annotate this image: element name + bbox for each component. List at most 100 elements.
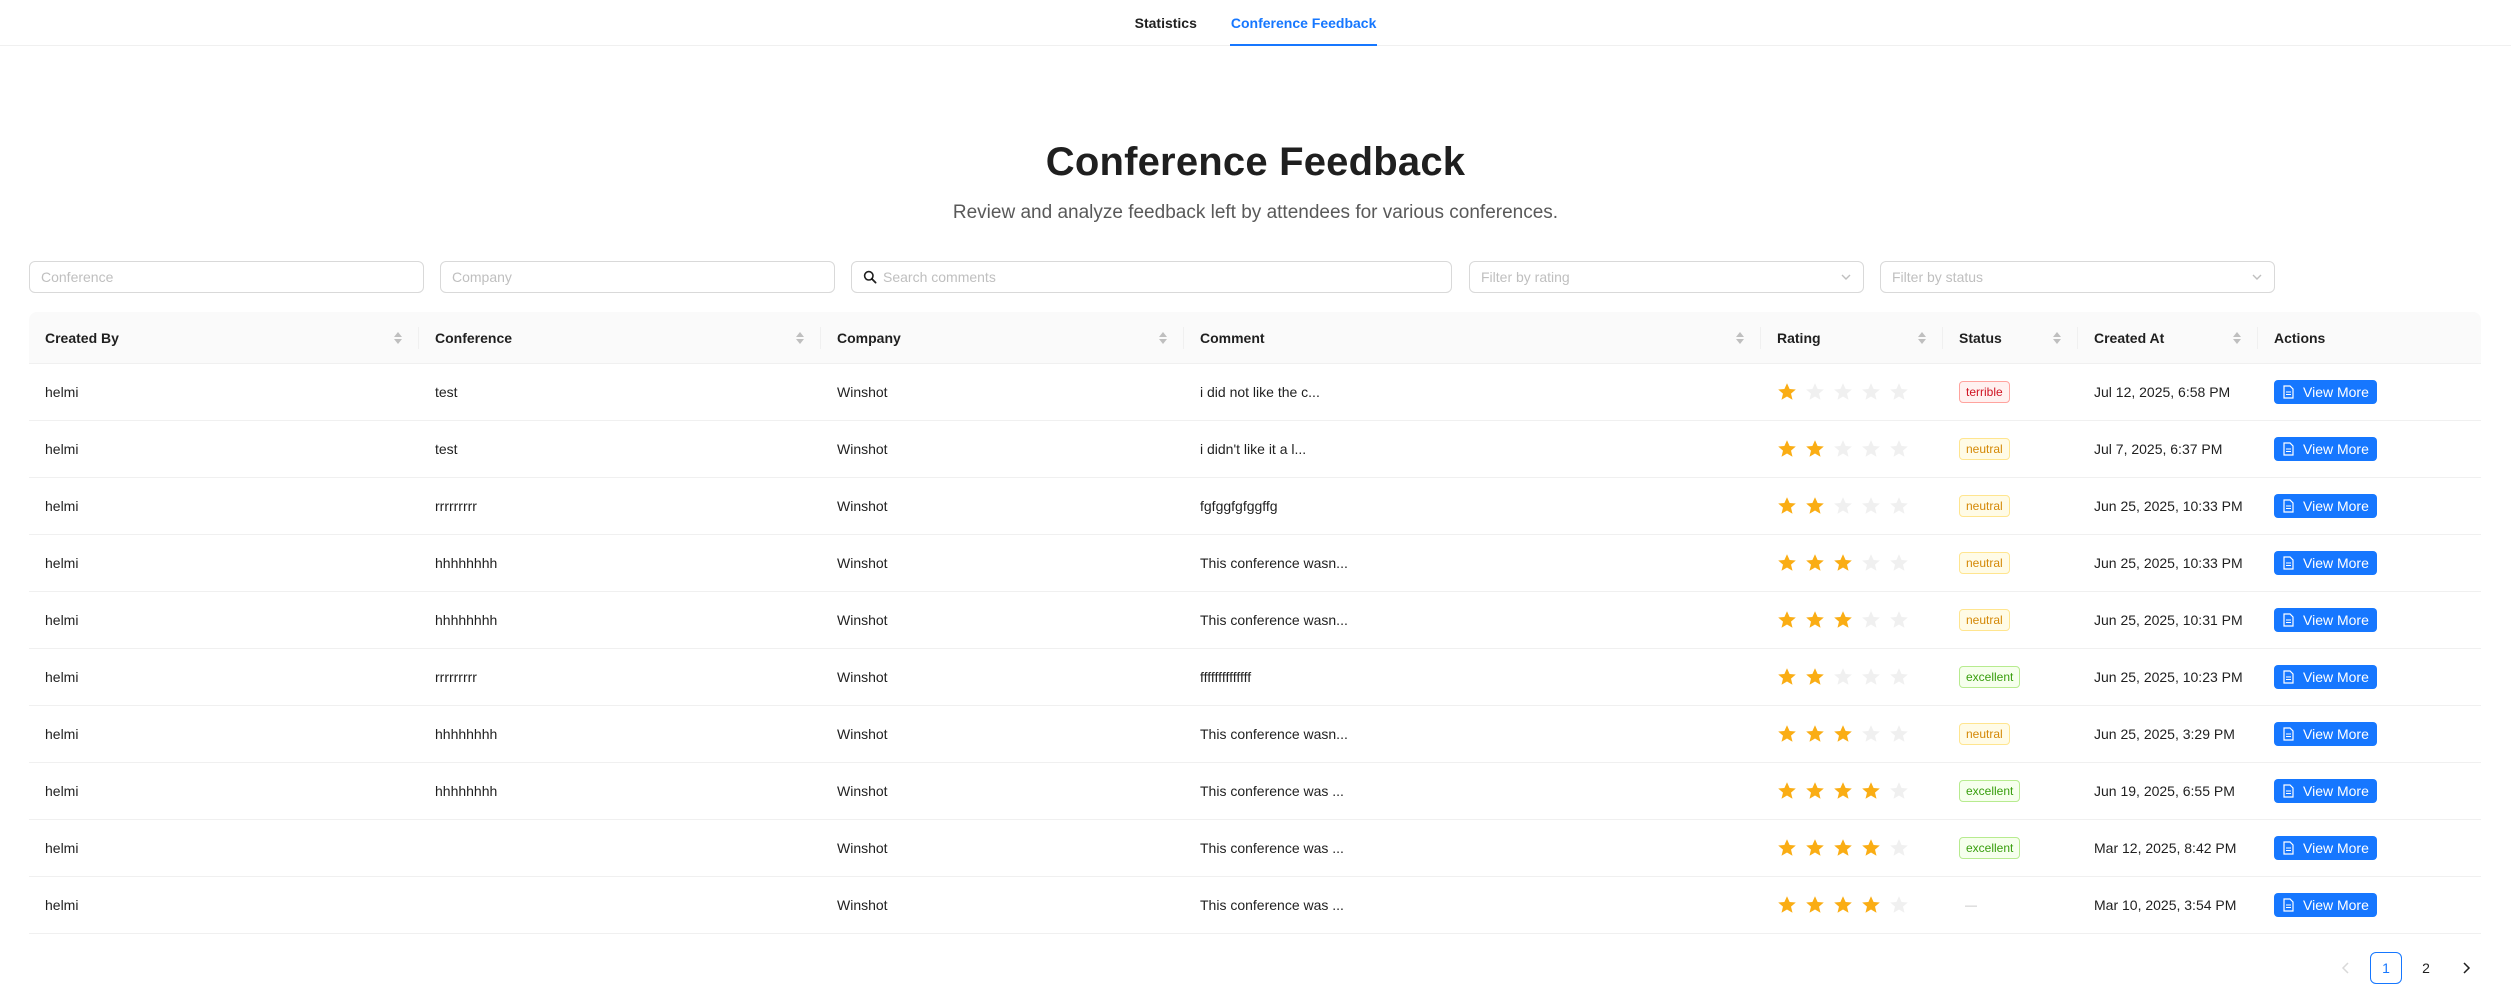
star-filled-icon [1778,782,1796,799]
cell-status: neutral [1943,592,2078,648]
file-text-icon [2283,499,2294,513]
search-comments-field[interactable] [851,261,1452,293]
search-comments-input[interactable] [883,269,1440,285]
star-filled-icon [1806,839,1824,856]
tab-statistics[interactable]: Statistics [1134,0,1198,45]
page-header: Conference Feedback Review and analyze f… [0,138,2511,224]
page-button-2[interactable]: 2 [2410,952,2442,984]
view-more-button[interactable]: View More [2274,380,2377,404]
cell-comment: This conference wasn... [1200,612,1348,628]
view-more-label: View More [2303,612,2369,628]
cell-status: neutral [1943,421,2078,477]
cell-conference: rrrrrrrrr [435,669,477,685]
cell-rating [1761,592,1943,648]
chevron-down-icon [1841,274,1851,280]
prev-page-button[interactable] [2330,952,2362,984]
cell-conference: hhhhhhhh [435,612,498,628]
column-header-rating[interactable]: Rating [1761,312,1943,364]
sort-icon[interactable] [1735,330,1745,346]
sort-icon[interactable] [1158,330,1168,346]
column-header-status[interactable]: Status [1943,312,2078,364]
star-filled-icon [1778,383,1796,400]
star-empty-icon [1862,440,1880,457]
view-more-button[interactable]: View More [2274,779,2377,803]
cell-actions: View More [2258,649,2481,705]
cell-company: Winshot [837,840,888,856]
status-badge: — [1965,898,1977,912]
conference-input[interactable] [41,269,412,285]
column-header-label: Conference [435,330,513,346]
star-empty-icon [1862,383,1880,400]
cell-comment: This conference was ... [1200,840,1344,856]
status-badge: neutral [1959,495,2010,517]
file-text-icon [2283,613,2294,627]
sort-icon[interactable] [2232,330,2242,346]
star-filled-icon [1806,440,1824,457]
star-rating [1777,496,1909,516]
column-header-created-by[interactable]: Created By [29,312,419,364]
cell-status: neutral [1943,535,2078,591]
chevron-left-icon [2341,962,2349,974]
cell-company: Winshot [837,441,888,457]
cell-actions: View More [2258,877,2481,933]
rating-select[interactable]: Filter by rating [1469,261,1864,293]
cell-actions: View More [2258,706,2481,762]
cell-created-by: helmi [45,783,79,799]
star-empty-icon [1834,440,1852,457]
cell-status: excellent [1943,763,2078,819]
next-page-button[interactable] [2450,952,2482,984]
conference-filter[interactable] [29,261,424,293]
status-badge: excellent [1959,780,2021,802]
view-more-button[interactable]: View More [2274,494,2377,518]
view-more-button[interactable]: View More [2274,665,2377,689]
cell-rating [1761,364,1943,420]
column-header-actions: Actions [2258,312,2481,364]
cell-rating [1761,706,1943,762]
star-rating [1777,382,1909,402]
company-filter[interactable] [440,261,835,293]
cell-company: Winshot [837,612,888,628]
status-badge: neutral [1959,723,2010,745]
sort-icon[interactable] [393,330,403,346]
company-input[interactable] [452,269,823,285]
sort-icon[interactable] [2052,330,2062,346]
view-more-button[interactable]: View More [2274,608,2377,632]
cell-conference: hhhhhhhh [435,783,498,799]
cell-comment: i didn't like it a l... [1200,441,1307,457]
view-more-button[interactable]: View More [2274,722,2377,746]
cell-company: Winshot [837,384,888,400]
tab-conference-feedback[interactable]: Conference Feedback [1229,0,1378,46]
search-icon [863,270,877,284]
column-header-created-at[interactable]: Created At [2078,312,2258,364]
view-more-button[interactable]: View More [2274,437,2377,461]
sort-icon[interactable] [795,330,805,346]
column-header-label: Comment [1200,330,1265,346]
file-text-icon [2283,556,2294,570]
column-header-company[interactable]: Company [821,312,1184,364]
page-subtitle: Review and analyze feedback left by atte… [952,202,1559,223]
view-more-button[interactable]: View More [2274,893,2377,917]
star-empty-icon [1890,497,1908,514]
view-more-button[interactable]: View More [2274,836,2377,860]
sort-icon[interactable] [1917,330,1927,346]
column-header-label: Actions [2274,330,2326,346]
cell-status: neutral [1943,706,2078,762]
column-header-label: Rating [1777,330,1821,346]
star-filled-icon [1806,782,1824,799]
star-filled-icon [1806,668,1824,685]
cell-conference: hhhhhhhh [435,555,498,571]
view-more-label: View More [2303,498,2369,514]
status-badge: excellent [1959,666,2021,688]
star-filled-icon [1834,839,1852,856]
view-more-label: View More [2303,726,2369,742]
status-select[interactable]: Filter by status [1880,261,2275,293]
column-header-comment[interactable]: Comment [1184,312,1761,364]
star-rating [1777,610,1909,630]
cell-rating [1761,478,1943,534]
view-more-button[interactable]: View More [2274,551,2377,575]
star-rating [1777,724,1909,744]
status-badge: excellent [1959,837,2021,859]
cell-company: Winshot [837,897,888,913]
column-header-conference[interactable]: Conference [419,312,821,364]
page-button-1[interactable]: 1 [2370,952,2402,984]
